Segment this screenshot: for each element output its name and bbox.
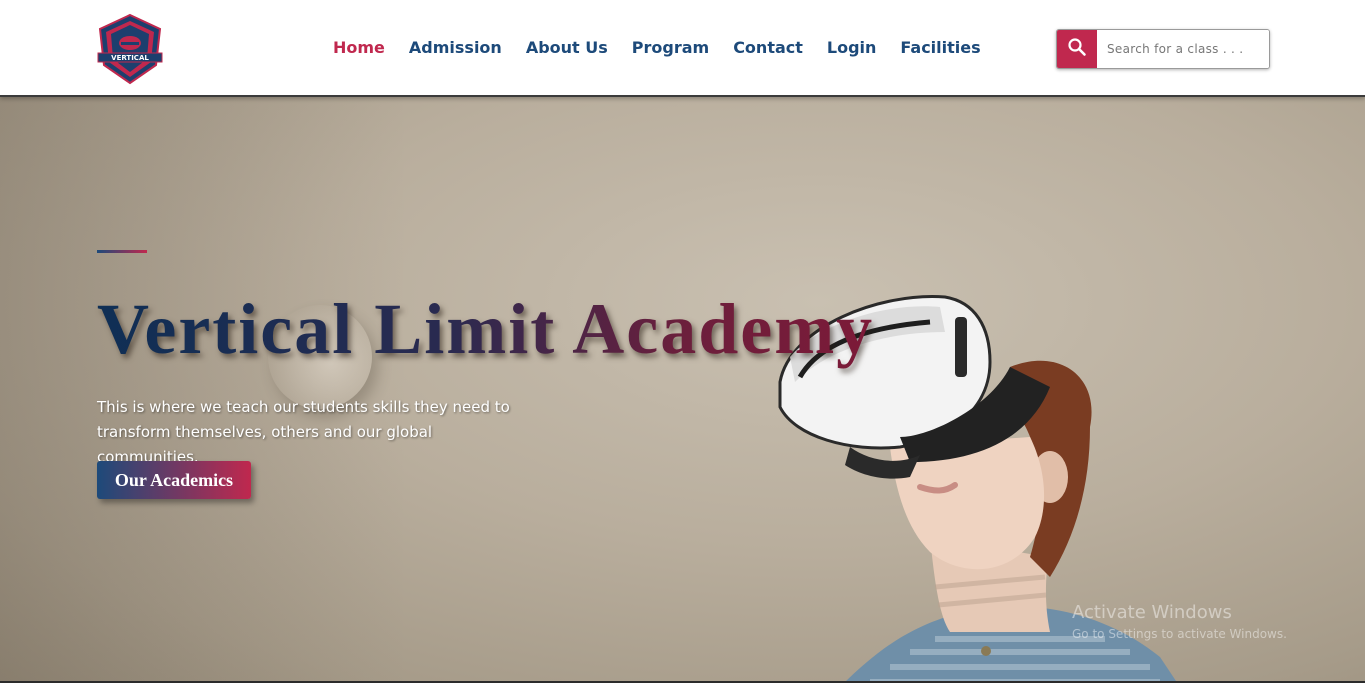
main-nav: Home Admission About Us Program Contact … <box>333 38 1005 57</box>
nav-contact[interactable]: Contact <box>733 38 803 57</box>
nav-login[interactable]: Login <box>827 38 877 57</box>
class-search <box>1056 29 1270 69</box>
hero-subtitle: This is where we teach our students skil… <box>97 398 510 466</box>
hero-title: Vertical Limit Academy <box>97 289 875 369</box>
search-icon <box>1067 37 1087 62</box>
our-academics-button[interactable]: Our Academics <box>97 461 251 499</box>
nav-facilities[interactable]: Facilities <box>900 38 980 57</box>
site-header: VERTICAL Home Admission About Us Program… <box>0 0 1365 97</box>
watermark-title: Activate Windows <box>1072 602 1232 623</box>
search-button[interactable] <box>1057 30 1097 68</box>
nav-home[interactable]: Home <box>333 38 385 57</box>
logo-text: VERTICAL <box>111 54 149 62</box>
hero-section: Vertical Limit Academy This is where we … <box>0 97 1365 683</box>
search-input[interactable] <box>1097 30 1269 68</box>
watermark-subtitle: Go to Settings to activate Windows. <box>1072 627 1287 641</box>
academy-logo[interactable]: VERTICAL <box>94 13 166 85</box>
title-accent-line <box>97 250 147 253</box>
nav-program[interactable]: Program <box>632 38 709 57</box>
nav-about-us[interactable]: About Us <box>526 38 608 57</box>
nav-admission[interactable]: Admission <box>409 38 502 57</box>
activate-windows-watermark: Activate Windows Go to Settings to activ… <box>1072 602 1287 641</box>
